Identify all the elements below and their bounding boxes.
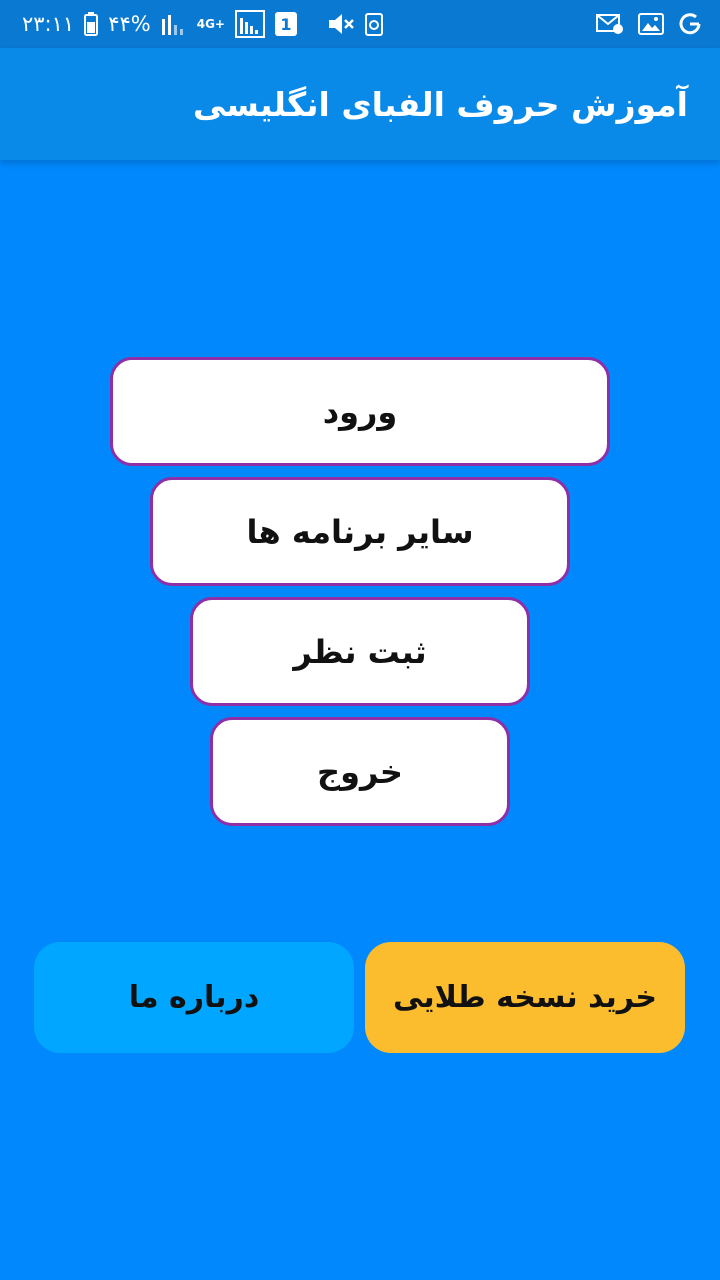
status-bar: ۲۳:۱۱ ۴۴% 4G+ 1 bbox=[0, 0, 720, 48]
mail-settings-icon bbox=[596, 13, 624, 35]
sim-slot: 1 bbox=[274, 12, 297, 36]
recycle-icon bbox=[364, 12, 383, 36]
about-us-button[interactable]: درباره ما bbox=[34, 942, 354, 1053]
signal-icon bbox=[234, 10, 265, 38]
network-type: 4G+ bbox=[196, 17, 225, 31]
network-4g-icon: 4G+ bbox=[197, 17, 225, 31]
buy-gold-version-button[interactable]: خرید نسخه طلایی bbox=[365, 942, 685, 1053]
signal-icon bbox=[161, 13, 187, 35]
page-title: آموزش حروف الفبای انگلیسی bbox=[193, 84, 688, 124]
sim-icon: 1 bbox=[274, 12, 297, 36]
clock: ۲۳:۱۱ bbox=[22, 12, 75, 36]
exit-button[interactable]: خروج bbox=[210, 717, 510, 826]
image-icon bbox=[638, 13, 664, 35]
mute-icon bbox=[327, 12, 355, 36]
login-button[interactable]: ورود bbox=[110, 357, 610, 466]
app-bar: آموزش حروف الفبای انگلیسی bbox=[0, 48, 720, 160]
other-apps-button[interactable]: سایر برنامه ها bbox=[150, 477, 570, 586]
rate-button[interactable]: ثبت نظر bbox=[190, 597, 530, 706]
battery-icon bbox=[84, 12, 99, 36]
status-left: ۲۳:۱۱ ۴۴% 4G+ 1 bbox=[22, 0, 383, 48]
status-right bbox=[596, 0, 702, 48]
battery-percent: ۴۴% bbox=[108, 12, 151, 36]
google-icon bbox=[678, 12, 702, 36]
